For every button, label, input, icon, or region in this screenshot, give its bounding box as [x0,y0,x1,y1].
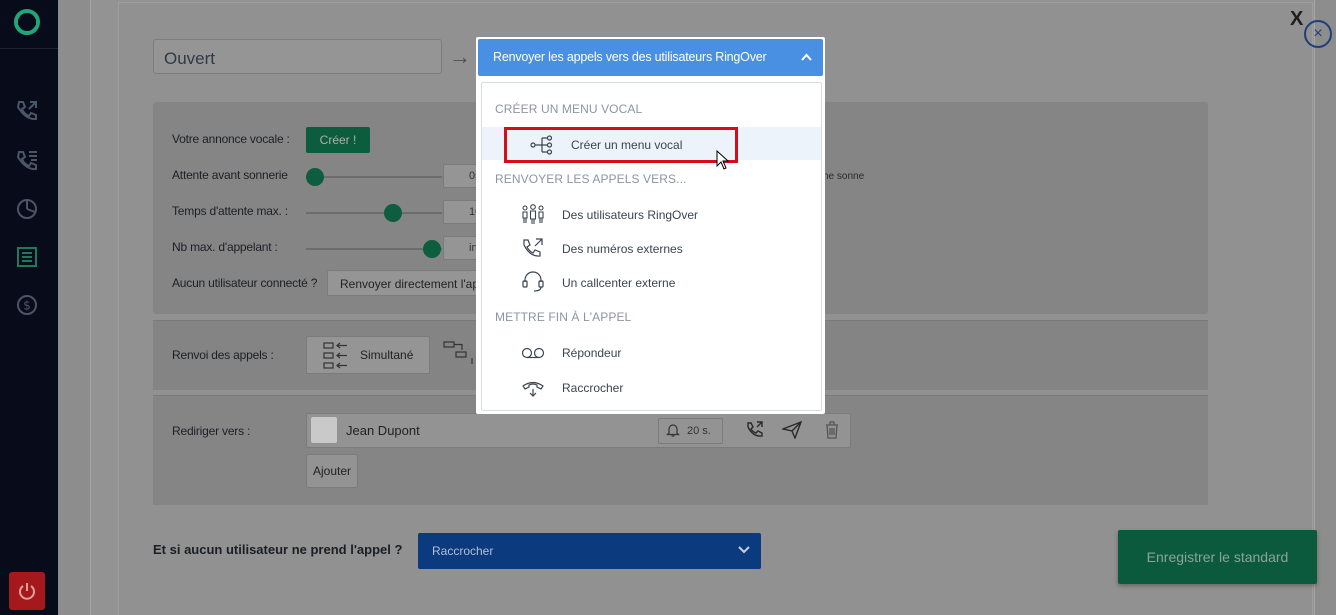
power-icon [19,583,35,600]
close-circle-button[interactable]: × [1304,20,1332,48]
dropdown-header[interactable]: Renvoyer les appels vers des utilisateur… [478,39,823,76]
voicemail-icon [521,347,545,359]
ring-duration-value: 20 s. [687,425,711,437]
group-forward-calls: RENVOYER LES APPELS VERS... [495,172,687,186]
dropdown-item-external-callcenter[interactable]: Un callcenter externe [562,276,675,290]
max-callers-slider-knob[interactable] [423,240,441,258]
dropdown-item-hang-up[interactable]: Raccrocher [562,381,623,395]
mouse-cursor-icon [716,150,730,170]
wait-ring-label: Attente avant sonnerie [172,168,288,182]
hang-up-icon [522,381,544,397]
chevron-up-icon [801,53,812,61]
simultaneous-icon [323,342,347,369]
phone-outgoing-icon [523,238,543,257]
no-answer-select[interactable]: Raccrocher [418,533,761,569]
no-user-label: Aucun utilisateur connecté ? [172,276,318,290]
pie-chart-icon[interactable] [14,196,40,222]
phone-forward-icon[interactable] [745,420,765,440]
dollar-icon[interactable]: $ [14,292,40,318]
dropdown-item-ringover-users[interactable]: Des utilisateurs RingOver [562,208,698,222]
group-end-call: METTRE FIN À L'APPEL [495,310,632,324]
power-button[interactable] [9,572,45,610]
phone-incoming-icon[interactable] [14,98,40,124]
max-callers-slider-track[interactable] [306,248,442,250]
save-standard-button[interactable]: Enregistrer le standard [1118,530,1317,584]
max-wait-slider-knob[interactable] [384,204,402,222]
wait-ring-slider-track[interactable] [306,176,442,178]
max-wait-label: Temps d'attente max. : [172,204,288,218]
dropdown-selected-label: Renvoyer les appels vers des utilisateur… [493,50,767,64]
sequential-icon[interactable] [442,340,476,372]
dropdown-item-external-numbers[interactable]: Des numéros externes [562,242,683,256]
phone-list-icon[interactable] [14,148,40,174]
wait-ring-slider-knob[interactable] [306,168,324,186]
no-answer-select-value: Raccrocher [432,544,494,558]
group-create-menu: CRÉER UN MENU VOCAL [495,102,643,116]
no-answer-question: Et si aucun utilisateur ne prend l'appel… [153,542,403,557]
users-group-icon [522,204,544,224]
announce-label: Votre annonce vocale : [172,132,290,146]
chevron-down-icon [738,546,750,554]
avatar [311,417,337,443]
renvoi-label: Renvoi des appels : [172,348,274,362]
state-name-input[interactable]: Ouvert [153,39,442,74]
user-name: Jean Dupont [346,423,420,438]
max-callers-label: Nb max. d'appelant : [172,240,278,254]
ring-hint-text: ne sonne [823,171,865,182]
max-wait-slider-track[interactable] [306,212,442,214]
no-user-redirect-select[interactable]: Renvoyer directement l'app [327,270,487,296]
bell-icon [666,424,680,437]
create-announce-button[interactable]: Créer ! [306,127,370,153]
logo-icon[interactable] [13,8,41,36]
close-x-button[interactable]: X [1290,8,1303,31]
ring-duration-button[interactable]: 20 s. [658,418,723,444]
send-icon[interactable] [782,421,802,439]
list-icon[interactable] [14,244,40,270]
trash-icon[interactable] [823,420,841,440]
add-user-button[interactable]: Ajouter [306,454,358,488]
highlight-annotation-box [504,127,738,163]
dropdown-item-voicemail[interactable]: Répondeur [562,346,621,360]
sidebar: $ [0,0,58,615]
rediriger-label: Rediriger vers : [172,424,251,438]
arrow-right-icon: → [449,44,471,69]
sidebar-separator [0,48,58,49]
headset-icon [522,271,544,292]
svg-text:$: $ [23,299,31,313]
simultaneous-label: Simultané [360,348,414,362]
